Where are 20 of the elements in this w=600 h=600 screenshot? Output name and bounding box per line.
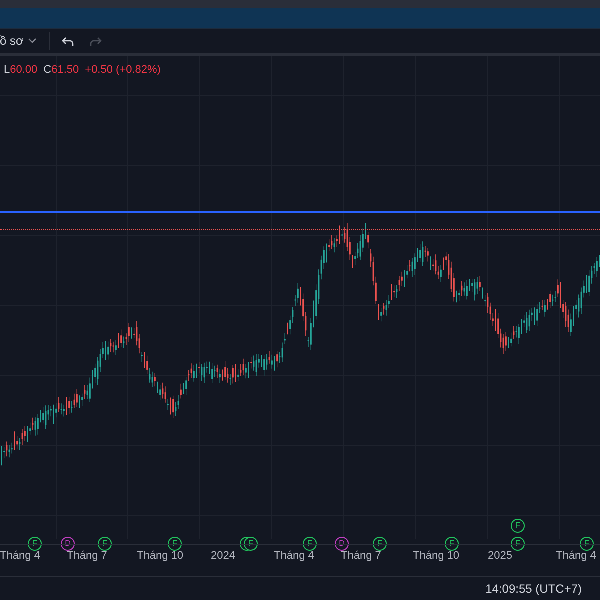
time-axis-label: Tháng 7 bbox=[341, 549, 382, 564]
event-marker[interactable]: F bbox=[511, 519, 525, 533]
legend-label: C bbox=[44, 63, 52, 78]
redo-icon bbox=[88, 34, 103, 48]
change-text: +0.50 (+0.82%) bbox=[85, 63, 161, 78]
clock-text: 14:09:55 (UTC+7) bbox=[486, 580, 582, 598]
time-axis-label: 2024 bbox=[211, 549, 236, 564]
legend-label: L bbox=[4, 63, 10, 78]
time-axis-label: Tháng 10 bbox=[137, 549, 184, 564]
chevron-down-icon bbox=[28, 38, 37, 44]
legend-value: 61.50 bbox=[52, 63, 80, 78]
time-axis-label: Tháng 4 bbox=[556, 549, 596, 564]
time-axis-label: Tháng 10 bbox=[413, 549, 460, 564]
time-axis-label: Tháng 7 bbox=[67, 549, 108, 564]
undo-icon bbox=[60, 34, 75, 48]
time-axis-label: Tháng 4 bbox=[0, 549, 40, 564]
profile-dropdown[interactable]: ồ sơ bbox=[0, 29, 45, 53]
legend-value: 60.00 bbox=[10, 63, 38, 78]
time-axis-label: Tháng 4 bbox=[274, 549, 314, 564]
time-axis-label: 2025 bbox=[488, 549, 512, 564]
